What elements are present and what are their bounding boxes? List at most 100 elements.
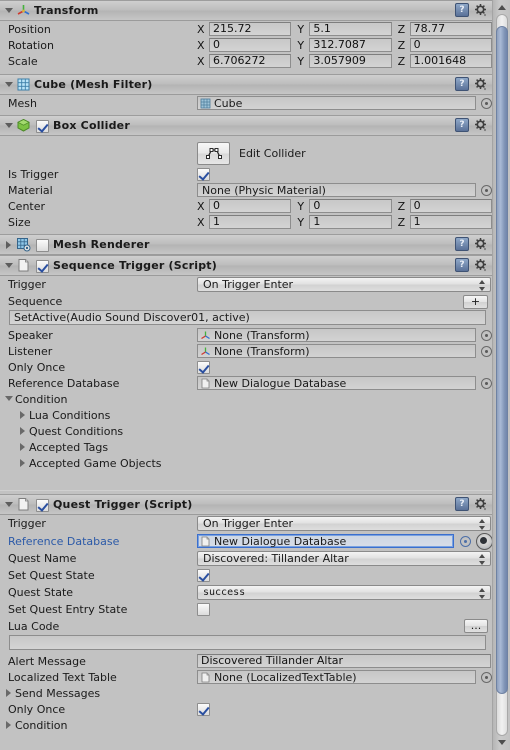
set-quest-entry-state-checkbox[interactable] bbox=[197, 602, 210, 616]
help-icon[interactable]: ? bbox=[455, 497, 469, 511]
row-lua-conditions[interactable]: Lua Conditions bbox=[0, 407, 492, 423]
scroll-up-arrow-icon[interactable] bbox=[495, 1, 509, 14]
rotation-z-input[interactable]: 0 bbox=[409, 38, 492, 52]
sequence-trigger-dropdown[interactable]: On Trigger Enter bbox=[197, 277, 491, 292]
help-icon[interactable]: ? bbox=[455, 3, 469, 17]
material-object-field[interactable]: None (Physic Material) bbox=[197, 183, 477, 197]
help-icon[interactable]: ? bbox=[455, 118, 469, 132]
position-x-input[interactable]: 215.72 bbox=[209, 22, 292, 36]
axis-label-z: Z bbox=[397, 199, 406, 213]
sequence-reference-database-field[interactable]: New Dialogue Database bbox=[197, 376, 477, 390]
listener-picker-icon[interactable] bbox=[480, 345, 492, 357]
component-header-quest-trigger[interactable]: Quest Trigger (Script) ? bbox=[0, 494, 492, 515]
field-label: Is Trigger bbox=[8, 167, 59, 181]
set-quest-state-checkbox[interactable] bbox=[197, 568, 210, 582]
foldout-mesh-renderer[interactable] bbox=[3, 238, 16, 251]
gear-icon[interactable] bbox=[474, 258, 488, 272]
lua-code-text-field[interactable] bbox=[9, 635, 486, 650]
row-send-messages[interactable]: Send Messages bbox=[0, 685, 492, 701]
gear-icon[interactable] bbox=[474, 497, 488, 511]
speaker-picker-icon[interactable] bbox=[480, 329, 492, 341]
sequence-add-button[interactable]: + bbox=[463, 294, 488, 309]
component-header-sequence-trigger[interactable]: Sequence Trigger (Script) ? bbox=[0, 255, 492, 276]
foldout-accepted-game-objects[interactable] bbox=[17, 457, 29, 469]
sequence-reference-database-picker-icon[interactable] bbox=[480, 377, 492, 389]
rotation-y-input[interactable]: 312.7087 bbox=[309, 38, 392, 52]
field-label: Set Quest Entry State bbox=[8, 602, 128, 616]
row-accepted-game-objects[interactable]: Accepted Game Objects bbox=[0, 455, 492, 471]
component-header-mesh-filter[interactable]: Cube (Mesh Filter) ? bbox=[0, 74, 492, 95]
center-y-input[interactable]: 0 bbox=[309, 199, 392, 213]
scale-x-input[interactable]: 6.706272 bbox=[209, 54, 292, 68]
help-icon[interactable]: ? bbox=[455, 258, 469, 272]
quest-reference-database-field[interactable]: New Dialogue Database bbox=[197, 534, 455, 548]
center-z-input[interactable]: 0 bbox=[409, 199, 492, 213]
quest-trigger-enabled-checkbox[interactable] bbox=[36, 498, 49, 512]
help-icon[interactable]: ? bbox=[455, 77, 469, 91]
vertical-scrollbar[interactable] bbox=[492, 0, 510, 750]
scrollbar-thumb[interactable] bbox=[496, 26, 508, 694]
row-accepted-tags[interactable]: Accepted Tags bbox=[0, 439, 492, 455]
foldout-box-collider[interactable] bbox=[3, 119, 16, 132]
localized-text-table-picker-icon[interactable] bbox=[480, 671, 492, 683]
lua-code-expand-button[interactable]: ... bbox=[464, 619, 488, 633]
quest-reference-database-select-icon[interactable] bbox=[476, 533, 492, 550]
axis-label-x: X bbox=[197, 38, 205, 52]
row-quest-condition[interactable]: Condition bbox=[0, 717, 492, 733]
field-label: Size bbox=[8, 215, 31, 229]
size-z-input[interactable]: 1 bbox=[409, 215, 492, 229]
speaker-value: None (Transform) bbox=[214, 328, 310, 342]
sequence-trigger-enabled-checkbox[interactable] bbox=[36, 259, 49, 273]
size-y-input[interactable]: 1 bbox=[309, 215, 392, 229]
foldout-transform[interactable] bbox=[3, 4, 16, 17]
material-picker-icon[interactable] bbox=[480, 184, 492, 196]
gear-icon[interactable] bbox=[474, 237, 488, 251]
gear-icon[interactable] bbox=[474, 118, 488, 132]
foldout-quest-conditions[interactable] bbox=[17, 425, 29, 437]
edit-collider-button[interactable] bbox=[197, 142, 230, 165]
help-icon[interactable]: ? bbox=[455, 237, 469, 251]
foldout-sequence-condition[interactable] bbox=[3, 393, 15, 405]
foldout-mesh-filter[interactable] bbox=[3, 78, 16, 91]
row-seq-condition[interactable]: Condition bbox=[0, 391, 492, 407]
row-speaker: Speaker None (Transform) bbox=[0, 327, 492, 343]
mesh-object-field[interactable]: Cube bbox=[197, 96, 477, 110]
row-set-quest-state: Set Quest State bbox=[0, 567, 492, 583]
foldout-accepted-tags[interactable] bbox=[17, 441, 29, 453]
sequence-text-field[interactable]: SetActive(Audio Sound Discover01, active… bbox=[9, 310, 486, 325]
row-quest-conditions[interactable]: Quest Conditions bbox=[0, 423, 492, 439]
mesh-picker-icon[interactable] bbox=[480, 97, 492, 109]
box-collider-enabled-checkbox[interactable] bbox=[36, 119, 49, 133]
scale-z-input[interactable]: 1.001648 bbox=[409, 54, 492, 68]
scroll-down-arrow-icon[interactable] bbox=[495, 736, 509, 749]
foldout-quest-condition[interactable] bbox=[3, 719, 15, 731]
sequence-only-once-checkbox[interactable] bbox=[197, 360, 210, 374]
position-z-input[interactable]: 78.77 bbox=[409, 22, 492, 36]
speaker-object-field[interactable]: None (Transform) bbox=[197, 328, 477, 342]
foldout-lua-conditions[interactable] bbox=[17, 409, 29, 421]
position-y-input[interactable]: 5.1 bbox=[309, 22, 392, 36]
is-trigger-checkbox[interactable] bbox=[197, 167, 210, 181]
component-header-box-collider[interactable]: Box Collider ? bbox=[0, 115, 492, 136]
rotation-x-input[interactable]: 0 bbox=[209, 38, 292, 52]
quest-state-dropdown[interactable]: success bbox=[197, 584, 491, 600]
component-header-transform[interactable]: Transform ? bbox=[0, 0, 492, 21]
scale-y-input[interactable]: 3.057909 bbox=[309, 54, 392, 68]
component-header-mesh-renderer[interactable]: Mesh Renderer ? bbox=[0, 234, 492, 255]
alert-message-input[interactable]: Discovered Tillander Altar bbox=[197, 654, 491, 668]
quest-name-dropdown[interactable]: Discovered: Tillander Altar bbox=[197, 551, 491, 566]
localized-text-table-field[interactable]: None (LocalizedTextTable) bbox=[197, 670, 477, 684]
foldout-send-messages[interactable] bbox=[3, 687, 15, 699]
size-x-input[interactable]: 1 bbox=[209, 215, 292, 229]
gear-icon[interactable] bbox=[474, 3, 488, 17]
gear-icon[interactable] bbox=[474, 77, 488, 91]
unity-inspector-panel: Transform ? Position X 215.72 Y 5.1 Z 78… bbox=[0, 0, 510, 750]
quest-only-once-checkbox[interactable] bbox=[197, 702, 210, 716]
listener-object-field[interactable]: None (Transform) bbox=[197, 344, 477, 358]
quest-reference-database-picker-icon[interactable] bbox=[459, 535, 472, 547]
mesh-renderer-enabled-checkbox[interactable] bbox=[36, 238, 49, 252]
foldout-sequence-trigger[interactable] bbox=[3, 259, 16, 272]
center-x-input[interactable]: 0 bbox=[209, 199, 292, 213]
quest-trigger-dropdown[interactable]: On Trigger Enter bbox=[197, 516, 491, 531]
foldout-quest-trigger[interactable] bbox=[3, 498, 16, 511]
